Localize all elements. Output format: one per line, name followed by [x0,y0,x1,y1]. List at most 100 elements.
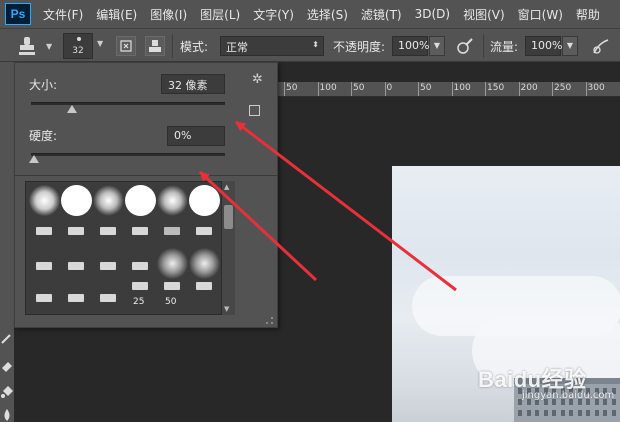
soft-round-brush-preset[interactable] [189,248,220,279]
menu-filter[interactable]: 滤镜(T) [361,6,402,23]
opacity-input[interactable]: 100% [392,36,430,56]
eraser-tool-icon[interactable] [0,358,14,372]
ruler-tick [451,82,453,96]
fan-brush-preset-icon[interactable] [164,227,180,235]
menu-type[interactable]: 文字(Y) [253,6,294,23]
watermark-url: jingyan.baidu.com [522,390,615,401]
menu-3d[interactable]: 3D(D) [415,7,450,21]
size-slider-thumb[interactable] [66,105,77,113]
flow-input[interactable]: 100% [525,36,563,56]
ruler-tick-label: 100 [453,83,471,93]
menu-layer[interactable]: 图层(L) [200,6,240,23]
brush-size-readout: 32 [72,46,84,56]
brush-tip-preset-icon[interactable] [196,282,212,290]
brush-panel-toggle-button[interactable] [116,36,136,56]
opacity-value: 100% [398,39,430,52]
brush-tip-preset-icon[interactable] [132,227,148,235]
horizontal-ruler: 50 100 50 0 50 100 150 200 250 300 [278,82,620,97]
brush-tip-preset-icon[interactable] [68,294,84,302]
ruler-tick [585,82,587,96]
blur-tool-icon[interactable] [0,407,14,421]
brush-preset-picker[interactable]: 32 [63,33,93,59]
flow-dropdown-button[interactable]: ▼ [562,36,578,56]
soft-round-brush-preset[interactable] [29,185,60,216]
menu-select[interactable]: 选择(S) [307,6,348,23]
brush-tip-preset-icon[interactable] [132,262,148,270]
menu-help[interactable]: 帮助 [576,6,600,23]
building-window [569,410,573,416]
preset-size-label: 25 [133,297,145,307]
soft-round-brush-preset[interactable] [157,185,188,216]
brush-tip-preset-icon[interactable] [68,262,84,270]
soft-round-brush-preset[interactable] [157,248,188,279]
preset-scrollbar[interactable]: ▲ ▼ [221,181,235,315]
mode-label: 模式: [180,40,209,54]
hardness-input[interactable]: 0% [167,126,225,146]
clone-source-panel-button[interactable] [145,36,165,56]
building-window [611,410,616,416]
brush-tip-preset-icon[interactable] [36,227,52,235]
airbrush-icon[interactable] [590,37,612,57]
brush-tip-preset-icon[interactable] [196,227,212,235]
brush-tip-preset-icon[interactable] [164,282,180,290]
size-label: 大小: [29,78,58,92]
scroll-down-icon[interactable]: ▼ [224,305,229,313]
building-window [603,410,607,416]
opacity-dropdown-button[interactable]: ▼ [429,36,445,56]
ruler-tick-label: 0 [386,83,393,93]
ruler-tick [317,82,319,96]
opacity-label: 不透明度: [333,40,386,54]
menu-edit[interactable]: 编辑(E) [96,6,137,23]
brush-picker-caret-icon[interactable]: ▼ [97,39,103,48]
new-preset-icon[interactable] [249,105,260,116]
building-window [526,410,531,416]
brush-tip-preset-icon[interactable] [132,282,148,290]
brush-tip-preset-icon[interactable] [36,262,52,270]
menu-view[interactable]: 视图(V) [463,6,505,23]
hardness-slider-track[interactable] [31,153,225,156]
hard-round-brush-preset[interactable] [61,185,92,216]
menu-image[interactable]: 图像(I) [150,6,187,23]
separator [172,34,173,58]
menu-file[interactable]: 文件(F) [43,6,83,23]
gear-icon[interactable]: ✲ [252,72,263,87]
scroll-up-icon[interactable]: ▲ [224,183,229,191]
tool-preset-caret-icon[interactable]: ▼ [46,42,52,51]
paint-bucket-tool-icon[interactable] [0,384,14,398]
flow-value: 100% [531,39,563,52]
ruler-tick [351,82,352,96]
ruler-tick [418,82,419,96]
brush-tip-preset-icon[interactable] [100,294,116,302]
clone-stamp-tool-icon[interactable] [16,35,38,57]
building-window [543,410,548,416]
brush-tip-preset-icon[interactable] [36,294,52,302]
hardness-slider-thumb[interactable] [29,155,39,163]
ruler-tick [518,82,520,96]
ruler-tick [552,82,553,96]
hard-round-brush-preset[interactable] [125,185,156,216]
menu-bar: Ps 文件(F) 编辑(E) 图像(I) 图层(L) 文字(Y) 选择(S) 滤… [0,0,620,28]
photoshop-logo: Ps [5,3,31,25]
ruler-tick-label: 250 [554,83,572,93]
divider [15,175,277,176]
brush-tip-preset-icon[interactable] [100,262,116,270]
hardness-label: 硬度: [29,129,58,143]
ruler-tick-label: 50 [420,83,432,93]
building-window [586,410,590,416]
menu-window[interactable]: 窗口(W) [518,6,563,23]
brush-tip-icon [77,37,81,41]
building-window [552,410,556,416]
size-slider-track[interactable] [31,102,225,105]
history-brush-tool-icon[interactable] [0,330,14,344]
blend-mode-select[interactable]: 正常 ⬍ [220,36,324,56]
hard-round-brush-preset[interactable] [189,185,220,216]
scrollbar-thumb[interactable] [224,205,233,229]
soft-round-brush-preset[interactable] [93,185,124,216]
brush-tip-preset-icon[interactable] [100,227,116,235]
select-arrows-icon: ⬍ [312,40,319,49]
size-input[interactable]: 32 像素 [161,74,225,94]
resize-grip-icon[interactable] [266,317,273,324]
building-window [518,410,522,416]
tablet-pressure-opacity-icon[interactable] [455,37,475,57]
brush-tip-preset-icon[interactable] [68,227,84,235]
